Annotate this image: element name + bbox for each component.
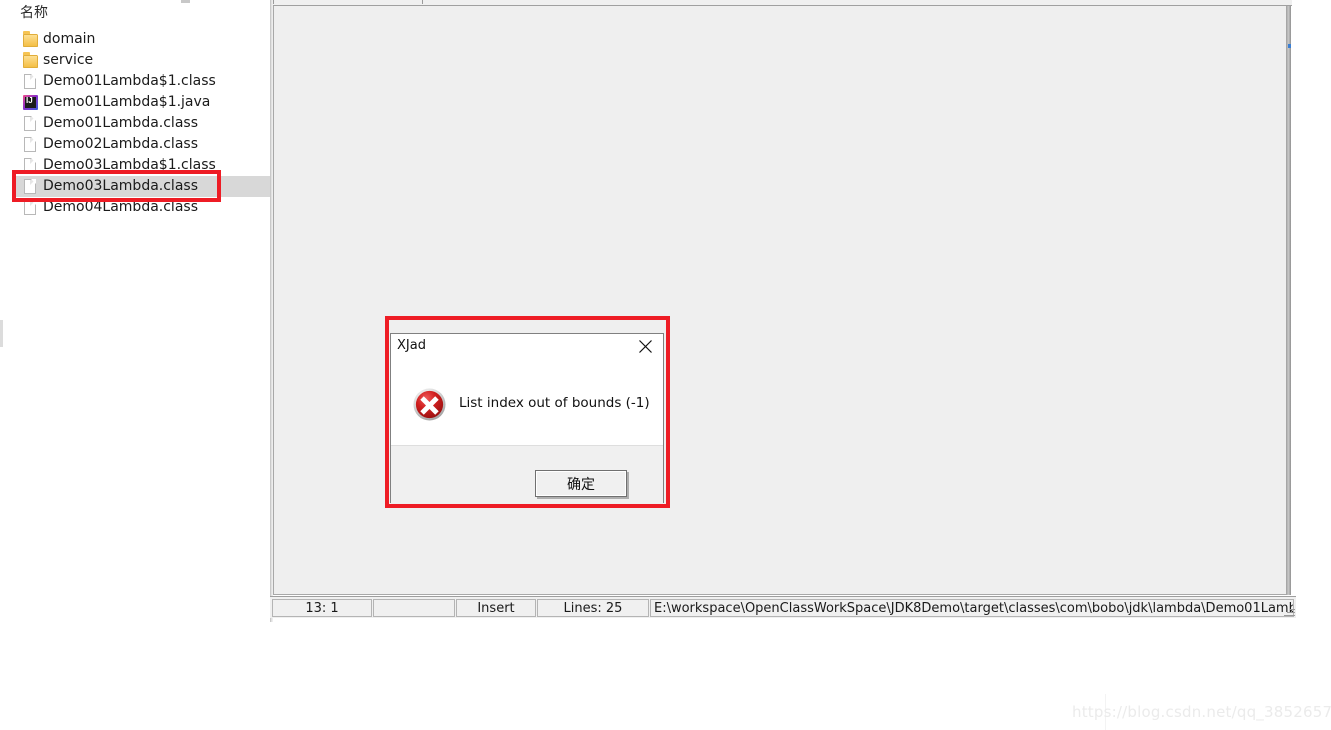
dialog-title-bar: XJad xyxy=(391,334,663,359)
status-insert-mode: Insert xyxy=(456,599,536,617)
left-edge-scrollbar[interactable] xyxy=(0,320,3,347)
file-list-item-label: Demo01Lambda$1.class xyxy=(43,73,216,89)
file-list-column-header[interactable]: 名称 xyxy=(0,0,272,22)
status-file-path: E:\workspace\OpenClassWorkSpace\JDK8Demo… xyxy=(650,599,1294,617)
file-page-icon xyxy=(24,179,36,194)
column-header-name-label: 名称 xyxy=(20,5,48,21)
file-list-item-label: Demo03Lambda.class xyxy=(43,178,198,194)
file-list-item[interactable]: Demo03Lambda.class xyxy=(0,176,272,197)
file-list-item-label: domain xyxy=(43,31,96,47)
xjad-editor-window: Demo01Lambda$1.java xyxy=(270,0,1292,622)
folder-icon xyxy=(23,31,38,47)
file-list-item[interactable]: Demo04Lambda.class xyxy=(0,197,272,218)
file-list-item[interactable]: domain xyxy=(0,29,272,50)
editor-tab-demo01lambda[interactable]: Demo01Lambda$1.java xyxy=(273,0,423,4)
xjad-error-dialog: XJad List index out of bounds (-1) 确定 xyxy=(390,333,664,503)
close-icon[interactable] xyxy=(627,334,663,359)
dialog-ok-button[interactable]: 确定 xyxy=(535,470,627,497)
scrollbar-position-mark xyxy=(1288,44,1291,48)
folder-icon xyxy=(23,52,38,68)
editor-status-bar: 13: 1 Insert Lines: 25 E:\workspace\Open… xyxy=(270,596,1296,618)
status-caret-position: 13: 1 xyxy=(272,599,372,617)
file-list-item[interactable]: Demo01Lambda$1.java xyxy=(0,92,272,113)
dialog-button-bar: 确定 xyxy=(391,446,663,503)
intellij-idea-file-icon xyxy=(23,95,38,110)
file-list-item[interactable]: Demo01Lambda$1.class xyxy=(0,71,272,92)
status-line-count: Lines: 25 xyxy=(537,599,649,617)
file-list-item-label: Demo03Lambda$1.class xyxy=(43,157,216,173)
file-list-item-label: Demo01Lambda$1.java xyxy=(43,94,211,110)
csdn-watermark: https://blog.csdn.net/qq_38526573 xyxy=(1072,703,1331,721)
dialog-error-message: List index out of bounds (-1) xyxy=(459,395,650,411)
dialog-content-area: List index out of bounds (-1) xyxy=(391,359,663,446)
file-list-item[interactable]: Demo03Lambda$1.class xyxy=(0,155,272,176)
file-list-item-label: Demo02Lambda.class xyxy=(43,136,198,152)
file-list-item-label: Demo01Lambda.class xyxy=(43,115,198,131)
editor-vertical-scrollbar[interactable] xyxy=(1286,6,1291,595)
file-list-item[interactable]: service xyxy=(0,50,272,71)
file-list-item-label: service xyxy=(43,52,94,68)
sort-ascending-mark xyxy=(181,0,190,3)
file-page-icon xyxy=(24,74,36,89)
window-resize-grip[interactable] xyxy=(1283,605,1295,617)
error-circle-icon xyxy=(413,388,446,421)
file-page-icon xyxy=(24,200,36,215)
file-list-item-label: Demo04Lambda.class xyxy=(43,199,198,215)
file-list-item[interactable]: Demo02Lambda.class xyxy=(0,134,272,155)
dialog-title-label: XJad xyxy=(397,338,426,353)
file-list-item[interactable]: Demo01Lambda.class xyxy=(0,113,272,134)
file-explorer-pane[interactable]: 名称 domain service Demo01Lambda$1.class Demo… xyxy=(0,0,272,625)
status-modified-indicator xyxy=(373,599,455,617)
file-page-icon xyxy=(24,158,36,173)
file-page-icon xyxy=(24,137,36,152)
file-page-icon xyxy=(24,116,36,131)
